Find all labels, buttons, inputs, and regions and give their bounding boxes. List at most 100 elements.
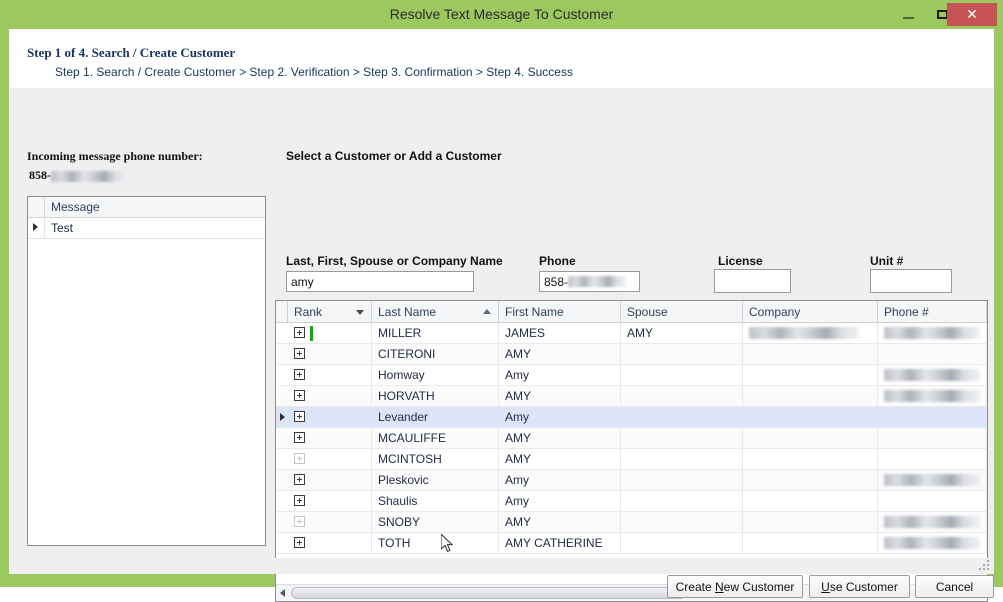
company-cell	[743, 386, 878, 406]
column-header-rank[interactable]: Rank	[288, 301, 372, 322]
current-row-arrow-icon	[280, 413, 285, 421]
message-grid-indicator-header	[28, 197, 45, 217]
table-row[interactable]: Shaulis Amy	[276, 491, 987, 512]
expand-row-icon[interactable]	[294, 327, 305, 338]
first-text: AMY	[505, 431, 532, 445]
column-header-spouse-label: Spouse	[627, 305, 668, 319]
rank-cell	[288, 365, 372, 385]
phone-cell	[878, 323, 987, 343]
column-header-company-label: Company	[749, 305, 801, 319]
table-row[interactable]: Pleskovic Amy	[276, 470, 987, 491]
column-header-last-name[interactable]: Last Name	[372, 301, 499, 322]
last-cell: Homway	[372, 365, 499, 385]
license-input[interactable]	[714, 269, 791, 293]
first-cell: AMY	[499, 386, 621, 406]
expand-row-icon[interactable]	[294, 390, 305, 401]
spouse-cell: AMY	[621, 323, 743, 343]
rank-cell	[288, 386, 372, 406]
scroll-left-icon[interactable]	[280, 589, 285, 597]
phone-search-input[interactable]: 858-	[539, 271, 640, 292]
column-header-phone[interactable]: Phone #	[878, 301, 987, 322]
message-grid[interactable]: Message Test	[27, 196, 266, 546]
message-grid-row[interactable]: Test	[28, 218, 265, 239]
expand-row-icon[interactable]	[294, 474, 305, 485]
last-cell: MILLER	[372, 323, 499, 343]
row-indicator-cell	[28, 218, 45, 238]
column-header-first-name[interactable]: First Name	[499, 301, 621, 322]
spouse-cell	[621, 365, 743, 385]
customer-results-grid[interactable]: Rank Last Name First Name Spouse Company…	[275, 300, 988, 602]
table-row[interactable]: MCINTOSH AMY	[276, 449, 987, 470]
window-title: Resolve Text Message To Customer	[389, 6, 614, 22]
table-row[interactable]: Levander Amy	[276, 407, 987, 428]
row-indicator-cell	[276, 386, 288, 406]
last-cell: SNOBY	[372, 512, 499, 532]
message-cell: Test	[51, 221, 74, 235]
company-cell	[743, 407, 878, 427]
first-text: AMY	[505, 452, 532, 466]
expand-row-icon[interactable]	[294, 411, 305, 422]
phone-input-redacted	[568, 276, 627, 287]
phone-cell	[878, 449, 987, 469]
table-row[interactable]: CITERONI AMY	[276, 344, 987, 365]
table-row[interactable]: MCAULIFFE AMY	[276, 428, 987, 449]
minimize-button[interactable]	[893, 0, 926, 29]
table-row[interactable]: TOTH AMY CATHERINE	[276, 533, 987, 554]
name-search-input[interactable]	[286, 271, 474, 292]
phone-cell	[878, 407, 987, 427]
first-cell: Amy	[499, 407, 621, 427]
table-row[interactable]: HORVATH AMY	[276, 386, 987, 407]
close-button[interactable]: ✕	[947, 3, 997, 26]
close-icon: ✕	[966, 6, 978, 22]
expand-row-icon[interactable]	[294, 537, 305, 548]
spouse-cell	[621, 491, 743, 511]
table-row[interactable]: Homway Amy	[276, 365, 987, 386]
rank-cell	[288, 344, 372, 364]
column-header-first-name-label: First Name	[505, 305, 564, 319]
phone-cell	[878, 470, 987, 490]
column-header-spouse[interactable]: Spouse	[621, 301, 743, 322]
company-cell	[743, 512, 878, 532]
expand-row-icon[interactable]	[294, 369, 305, 380]
first-text: AMY	[505, 515, 532, 529]
breadcrumb: Step 1. Search / Create Customer > Step …	[55, 65, 573, 79]
last-text: Homway	[378, 368, 425, 382]
scrollbar-thumb[interactable]	[291, 587, 686, 599]
spouse-cell	[621, 344, 743, 364]
row-indicator-cell	[276, 449, 288, 469]
company-cell	[743, 344, 878, 364]
expand-row-icon[interactable]	[294, 495, 305, 506]
expand-row-icon[interactable]	[294, 348, 305, 359]
spouse-cell	[621, 512, 743, 532]
grid-indicator-header	[276, 301, 288, 322]
company-cell	[743, 323, 878, 343]
rank-cell	[288, 449, 372, 469]
step-header: Step 1 of 4. Search / Create Customer St…	[9, 29, 994, 89]
table-row[interactable]: SNOBY AMY	[276, 512, 987, 533]
phone-redacted	[884, 537, 980, 549]
row-indicator-cell	[276, 365, 288, 385]
license-field-label: License	[718, 254, 763, 268]
chevron-down-icon[interactable]	[356, 310, 364, 315]
unit-input[interactable]	[870, 269, 952, 293]
minimize-icon	[903, 17, 914, 19]
last-text: CITERONI	[378, 347, 436, 361]
resize-grip-icon[interactable]	[979, 560, 991, 572]
column-header-rank-label: Rank	[294, 305, 323, 319]
last-text: SNOBY	[378, 515, 421, 529]
dialog-footer	[9, 558, 994, 574]
expand-row-icon[interactable]	[294, 432, 305, 443]
table-row[interactable]: MILLER JAMES AMY	[276, 323, 987, 344]
incoming-phone-label: Incoming message phone number:	[27, 149, 203, 163]
message-column-header: Message	[51, 200, 100, 214]
company-cell	[743, 533, 878, 553]
phone-redacted	[884, 474, 980, 486]
last-text: MCINTOSH	[378, 452, 442, 466]
first-text: JAMES	[505, 326, 546, 340]
column-header-company[interactable]: Company	[743, 301, 878, 322]
expand-row-icon[interactable]	[294, 516, 305, 527]
current-row-arrow-icon	[33, 223, 38, 231]
first-cell: AMY CATHERINE	[499, 533, 621, 553]
expand-row-icon[interactable]	[294, 453, 305, 464]
rank-flag-indicator	[310, 326, 313, 341]
